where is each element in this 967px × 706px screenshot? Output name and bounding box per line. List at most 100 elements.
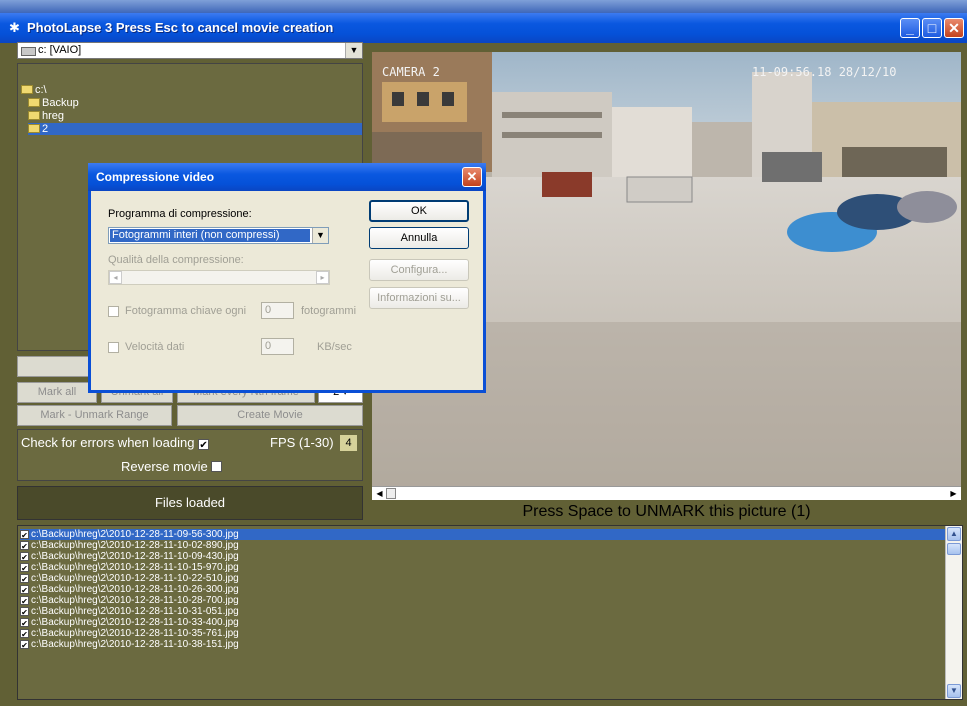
minimize-button[interactable]: _ <box>900 18 920 38</box>
file-row[interactable]: ✔ c:\Backup\hreg\2\2010-12-28-11-10-15-97… <box>20 562 946 573</box>
press-space-label: Press Space to UNMARK this picture (1) <box>522 503 811 520</box>
scroll-right-icon[interactable]: ▶ <box>948 488 959 499</box>
configure-button[interactable]: Configura... <box>369 259 469 281</box>
app-icon: ✱ <box>9 20 20 35</box>
file-checkbox[interactable]: ✔ <box>20 585 29 595</box>
file-row[interactable]: ✔ c:\Backup\hreg\2\2010-12-28-11-10-02-89… <box>20 540 946 551</box>
minimize-icon: _ <box>906 20 914 36</box>
file-checkbox[interactable]: ✔ <box>20 607 29 617</box>
dialog-title-bar[interactable]: Compressione video ✕ <box>88 163 486 191</box>
close-icon: ✕ <box>948 20 960 36</box>
file-list-vscrollbar[interactable]: ▲ ▼ <box>945 526 962 699</box>
scroll-thumb[interactable] <box>386 488 396 499</box>
keyframe-checkbox[interactable] <box>108 306 119 317</box>
quality-slider[interactable]: ◂ ▸ <box>108 270 330 285</box>
tree-node-2[interactable]: 2 <box>28 123 362 135</box>
file-checkbox[interactable]: ✔ <box>20 574 29 584</box>
file-checkbox[interactable]: ✔ <box>20 563 29 573</box>
chevron-down-icon[interactable]: ▼ <box>345 43 362 58</box>
file-row[interactable]: ✔ c:\Backup\hreg\2\2010-12-28-11-10-26-30… <box>20 584 946 595</box>
file-row[interactable]: ✔ c:\Backup\hreg\2\2010-12-28-11-09-56-30… <box>20 529 946 540</box>
file-checkbox[interactable]: ✔ <box>20 596 29 606</box>
tree-node-hreg[interactable]: hreg <box>28 110 64 122</box>
file-checkbox[interactable]: ✔ <box>20 618 29 628</box>
close-button[interactable]: ✕ <box>944 18 964 38</box>
title-bar[interactable]: ✱ PhotoLapse 3 Press Esc to cancel movie… <box>0 13 967 43</box>
file-path: c:\Backup\hreg\2\2010-12-28-11-10-02-890… <box>31 540 239 551</box>
file-path: c:\Backup\hreg\2\2010-12-28-11-10-15-970… <box>31 562 239 573</box>
mark-all-button[interactable]: Mark all <box>17 382 97 403</box>
chevron-down-icon[interactable]: ▼ <box>312 228 328 243</box>
file-row[interactable]: ✔ c:\Backup\hreg\2\2010-12-28-11-10-09-43… <box>20 551 946 562</box>
file-path: c:\Backup\hreg\2\2010-12-28-11-10-33-400… <box>31 617 239 628</box>
compressor-select[interactable]: Fotogrammi interi (non compressi) ▼ <box>108 227 329 244</box>
file-checkbox[interactable]: ✔ <box>20 541 29 551</box>
reverse-row: Reverse movie <box>121 459 223 474</box>
file-checkbox[interactable]: ✔ <box>20 530 29 540</box>
datarate-checkbox[interactable] <box>108 342 119 353</box>
reverse-checkbox[interactable] <box>211 461 223 472</box>
file-checkbox[interactable]: ✔ <box>20 629 29 639</box>
file-row[interactable]: ✔ c:\Backup\hreg\2\2010-12-28-11-10-28-70… <box>20 595 946 606</box>
file-row[interactable]: ✔ c:\Backup\hreg\2\2010-12-28-11-10-22-51… <box>20 573 946 584</box>
compressor-value: Fotogrammi interi (non compressi) <box>110 229 310 242</box>
file-row[interactable]: ✔ c:\Backup\hreg\2\2010-12-28-11-10-33-40… <box>20 617 946 628</box>
tree-node-label: Backup <box>42 97 79 109</box>
file-path: c:\Backup\hreg\2\2010-12-28-11-10-22-510… <box>31 573 239 584</box>
file-checkbox[interactable]: ✔ <box>20 552 29 562</box>
create-movie-button[interactable]: Create Movie <box>177 405 363 426</box>
scroll-down-icon[interactable]: ▼ <box>947 684 961 698</box>
quality-label: Qualità della compressione: <box>108 254 244 266</box>
file-path: c:\Backup\hreg\2\2010-12-28-11-10-28-700… <box>31 595 239 606</box>
drive-value: c: [VAIO] <box>38 44 82 56</box>
compression-dialog: Compressione video ✕ Programma di compre… <box>88 163 486 393</box>
scroll-thumb[interactable] <box>947 543 961 555</box>
datarate-input[interactable]: 0 <box>261 338 294 355</box>
tree-node-root[interactable]: c:\ <box>21 84 47 96</box>
file-row[interactable]: ✔ c:\Backup\hreg\2\2010-12-28-11-10-31-05… <box>20 606 946 617</box>
maximize-icon: □ <box>927 20 937 36</box>
preview-hscrollbar[interactable]: ◀ ▶ <box>372 486 961 500</box>
compressor-label: Programma di compressione: <box>108 208 252 220</box>
file-list[interactable]: ✔ c:\Backup\hreg\2\2010-12-28-11-09-56-30… <box>17 525 963 700</box>
tree-node-label: c:\ <box>35 84 47 96</box>
file-path: c:\Backup\hreg\2\2010-12-28-11-10-31-051… <box>31 606 239 617</box>
slider-left-icon[interactable]: ◂ <box>109 271 122 284</box>
drive-select[interactable]: c: [VAIO] ▼ <box>17 42 363 59</box>
dialog-close-button[interactable]: ✕ <box>462 167 482 187</box>
check-errors-label: Check for errors when loading <box>21 435 195 450</box>
file-path: c:\Backup\hreg\2\2010-12-28-11-09-56-300… <box>31 529 239 540</box>
maximize-button[interactable]: □ <box>922 18 942 38</box>
scroll-left-icon[interactable]: ◀ <box>374 488 385 499</box>
info-button[interactable]: Informazioni su... <box>369 287 469 309</box>
check-errors-checkbox[interactable]: ✔ <box>198 439 210 451</box>
datarate-label: Velocità dati <box>125 341 185 353</box>
cancel-button[interactable]: Annulla <box>369 227 469 249</box>
scroll-up-icon[interactable]: ▲ <box>947 527 961 541</box>
camera-timestamp: 11-09:56.18 28/12/10 <box>752 65 897 79</box>
file-checkbox[interactable]: ✔ <box>20 640 29 650</box>
tree-node-backup[interactable]: Backup <box>28 97 79 109</box>
datarate-unit: KB/sec <box>317 341 352 353</box>
keyframe-input[interactable]: 0 <box>261 302 294 319</box>
mark-range-button[interactable]: Mark - Unmark Range <box>17 405 172 426</box>
file-row[interactable]: ✔ c:\Backup\hreg\2\2010-12-28-11-10-35-76… <box>20 628 946 639</box>
reverse-label: Reverse movie <box>121 459 208 474</box>
slider-right-icon[interactable]: ▸ <box>316 271 329 284</box>
keyframe-label: Fotogramma chiave ogni <box>125 305 247 317</box>
desktop-top-strip <box>0 0 967 13</box>
folder-icon <box>28 98 40 107</box>
file-path: c:\Backup\hreg\2\2010-12-28-11-10-26-300… <box>31 584 239 595</box>
file-path: c:\Backup\hreg\2\2010-12-28-11-10-09-430… <box>31 551 239 562</box>
file-path: c:\Backup\hreg\2\2010-12-28-11-10-38-151… <box>31 639 239 650</box>
tree-node-label: hreg <box>42 110 65 122</box>
ok-button[interactable]: OK <box>369 200 469 222</box>
window-title: PhotoLapse 3 Press Esc to cancel movie c… <box>27 20 334 35</box>
folder-icon <box>21 85 33 94</box>
drive-icon <box>21 47 36 56</box>
options-panel: Check for errors when loading ✔ FPS (1-3… <box>17 429 363 481</box>
folder-icon <box>28 111 40 120</box>
fps-input[interactable]: 4 <box>340 435 357 451</box>
dialog-title: Compressione video <box>96 170 215 184</box>
file-row[interactable]: ✔ c:\Backup\hreg\2\2010-12-28-11-10-38-15… <box>20 639 946 650</box>
